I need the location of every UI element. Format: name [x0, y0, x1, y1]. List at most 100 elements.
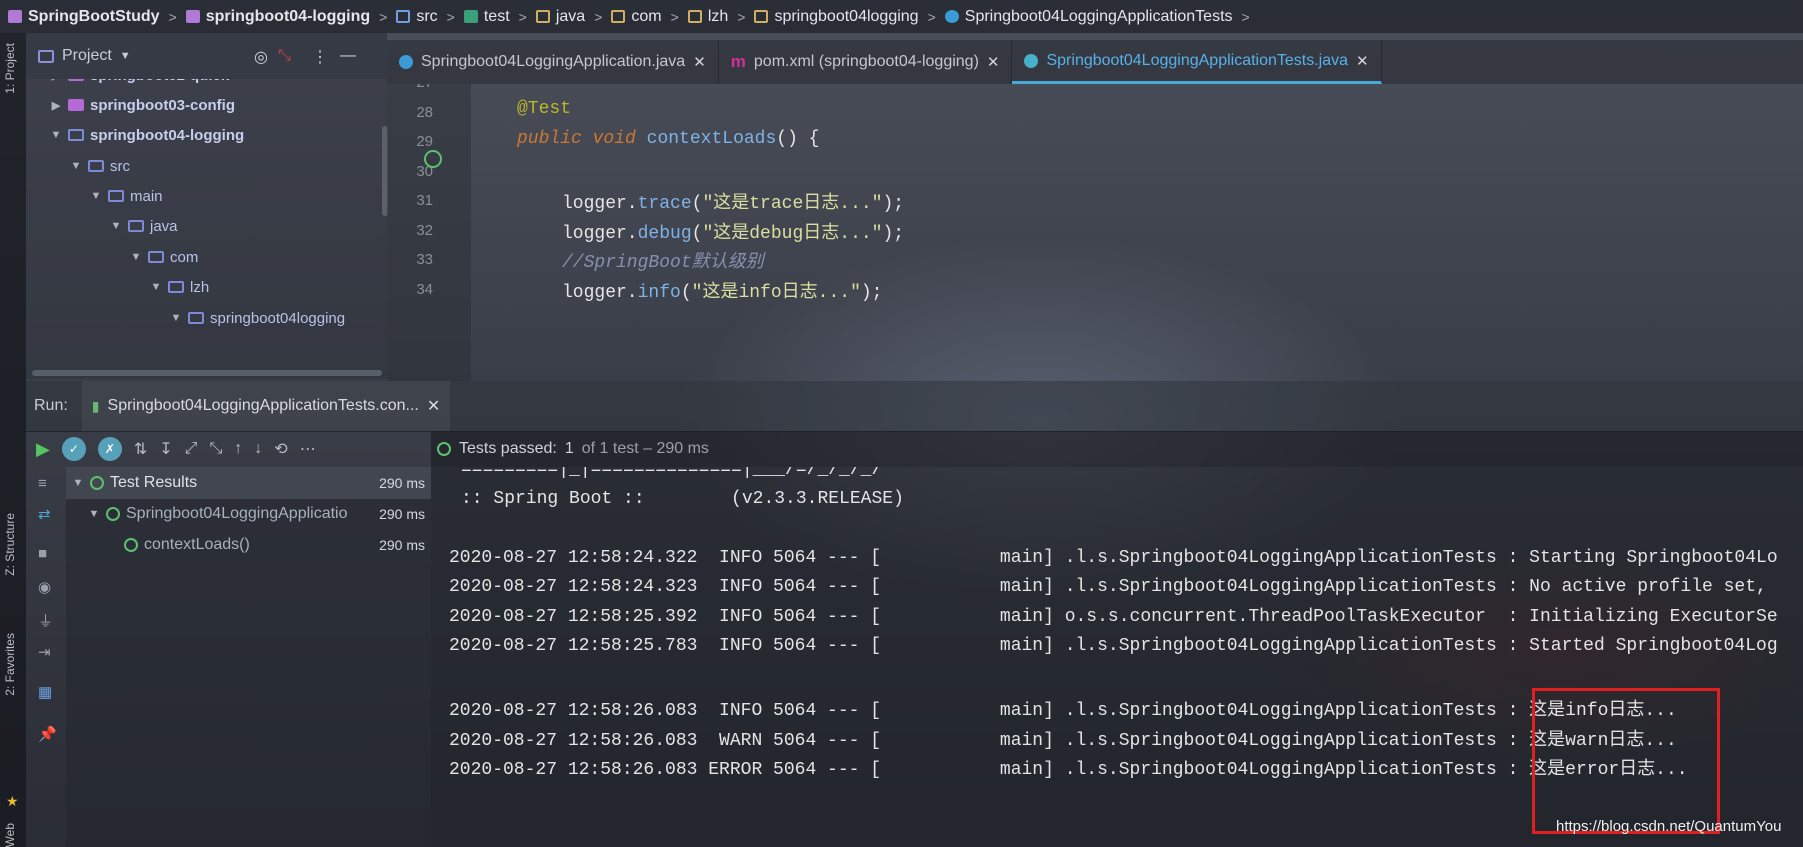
rerun-icon[interactable]: ▶: [36, 439, 50, 460]
tree-node-springboot03-config[interactable]: ▶ springboot03-config: [50, 93, 235, 117]
tab-springboot04loggingapplicationtests[interactable]: Springboot04LoggingApplicationTests.java…: [1012, 40, 1382, 84]
plug-icon[interactable]: ⏚: [38, 610, 53, 631]
tab-springboot04loggingapplication[interactable]: Springboot04LoggingApplication.java ✕: [387, 40, 719, 84]
project-tree: ▶springboot02-quick ▶springboot03-config…: [26, 79, 387, 379]
breadcrumb-item-java[interactable]: java: [535, 8, 585, 26]
toggle-auto-test-icon[interactable]: ⇄: [38, 505, 51, 523]
chevron-down-icon: ▼: [119, 50, 131, 62]
source-folder-icon: [88, 160, 104, 172]
clear-icon[interactable]: ≡: [38, 475, 47, 492]
chevron-down-icon: ▼: [130, 251, 142, 263]
tree-node-com[interactable]: ▼ com: [130, 245, 199, 269]
watermark: https://blog.csdn.net/QuantumYou: [1556, 818, 1782, 835]
breadcrumb-item-test[interactable]: test: [463, 8, 510, 26]
breadcrumb-item-package[interactable]: springboot04logging: [754, 8, 919, 26]
package-icon: [687, 10, 702, 23]
tree-node-springboot04logging[interactable]: ▼ springboot04logging: [170, 306, 346, 330]
close-icon[interactable]: ✕: [1356, 52, 1369, 70]
tree-node-springboot04-logging[interactable]: ▼ springboot04-logging: [50, 123, 245, 147]
module-icon: [68, 79, 84, 81]
run-test-gutter-icon[interactable]: [424, 150, 442, 168]
camera-icon[interactable]: ◉: [38, 578, 51, 596]
chevron-right-icon: >: [670, 8, 679, 25]
code-editor[interactable]: 27 28 29 30 31 32 33 34 @Test public voi…: [387, 84, 1803, 381]
next-failed-icon[interactable]: ↓: [254, 440, 262, 458]
breadcrumb-item-module[interactable]: springboot04-logging: [185, 8, 370, 26]
previous-failed-icon[interactable]: ↑: [234, 440, 242, 458]
test-history-icon[interactable]: ⟲: [274, 439, 287, 459]
layout-icon[interactable]: ▦: [38, 683, 52, 701]
code-line-34: logger.info("这是info日志...");: [562, 283, 883, 303]
structure-tool-button[interactable]: Z: Structure: [3, 513, 17, 576]
chevron-right-icon: >: [518, 8, 527, 25]
module-icon: [68, 99, 84, 111]
hide-panel-icon[interactable]: —: [340, 47, 356, 65]
chevron-down-icon: ▼: [50, 129, 62, 141]
chevron-down-icon: ▼: [70, 160, 82, 172]
tree-node-java[interactable]: ▼ java: [110, 214, 178, 238]
project-tool-button[interactable]: 1: Project: [3, 43, 17, 94]
breadcrumb-item-project[interactable]: SpringBootStudy: [8, 8, 160, 26]
line-number: 33: [416, 251, 433, 268]
project-panel-header: Project ▼ ◎ ⤡ ⋮ —: [26, 33, 387, 79]
console-line: :: Spring Boot :: (v2.3.3.RELEASE): [461, 489, 904, 509]
pin-icon[interactable]: 📌: [38, 725, 57, 743]
more-options-icon[interactable]: ⋮: [312, 47, 328, 67]
tree-horizontal-scrollbar[interactable]: [32, 370, 382, 376]
show-ignored-icon[interactable]: ✗: [97, 437, 122, 461]
tab-pom-xml[interactable]: m pom.xml (springboot04-logging) ✕: [719, 40, 1013, 84]
chevron-down-icon: ▼: [110, 220, 122, 232]
stop-icon[interactable]: ■: [38, 545, 47, 562]
module-folder-icon: [68, 129, 84, 141]
close-icon[interactable]: ✕: [693, 53, 706, 71]
run-configuration-tab[interactable]: ▮ Springboot04LoggingApplicationTests.co…: [81, 381, 451, 431]
tree-node-lzh[interactable]: ▼ lzh: [150, 275, 210, 299]
breadcrumb-item-src[interactable]: src: [396, 8, 438, 26]
code-line-28: @Test: [517, 99, 572, 119]
collapse-all-icon[interactable]: ⤡: [278, 47, 291, 65]
console-line: 2020-08-27 12:58:25.783 INFO 5064 --- [ …: [449, 636, 1778, 656]
project-view-selector[interactable]: Project ▼: [38, 47, 131, 65]
exit-icon[interactable]: ⇥: [38, 643, 51, 661]
sort-alphabetically-icon[interactable]: ⇅: [134, 439, 147, 459]
tree-node-main[interactable]: ▼ main: [90, 184, 163, 208]
breadcrumb-item-class[interactable]: Springboot04LoggingApplicationTests: [944, 8, 1233, 26]
favorites-tool-button[interactable]: 2: Favorites: [3, 633, 17, 696]
tree-node-src[interactable]: ▼ src: [70, 154, 130, 178]
chevron-right-icon: >: [927, 8, 936, 25]
test-method-node[interactable]: contextLoads() 290 ms: [66, 529, 431, 561]
breadcrumb-item-com[interactable]: com: [611, 8, 662, 26]
package-icon: [754, 10, 769, 23]
tree-node-springboot02-quick[interactable]: ▶springboot02-quick: [50, 79, 229, 87]
test-results-root[interactable]: ▼ Test Results 290 ms: [66, 467, 431, 499]
sort-by-duration-icon[interactable]: ↧: [159, 439, 172, 459]
web-tool-button[interactable]: Web: [3, 823, 17, 847]
package-icon: [148, 251, 164, 263]
console-line: 2020-08-27 12:58:26.083 ERROR 5064 --- […: [449, 760, 1688, 780]
line-number: 28: [416, 104, 433, 121]
test-class-node[interactable]: ▼ Springboot04LoggingApplicatio 290 ms: [66, 498, 431, 530]
chevron-down-icon: ▼: [170, 312, 182, 324]
code-line-32: logger.debug("这是debug日志...");: [562, 224, 905, 244]
test-class-icon: [1024, 53, 1039, 68]
expand-all-icon[interactable]: ⤢: [185, 440, 198, 458]
package-icon: [188, 312, 204, 324]
maven-icon: m: [730, 52, 746, 71]
test-status-bar: Tests passed: 1 of 1 test – 290 ms: [431, 431, 1803, 467]
source-folder-icon: [396, 10, 411, 23]
locate-icon[interactable]: ◎: [254, 47, 268, 67]
editor-tabs: Springboot04LoggingApplication.java ✕ m …: [387, 40, 1803, 84]
star-icon: ★: [6, 793, 19, 809]
show-passed-icon[interactable]: ✓: [61, 437, 86, 461]
close-icon[interactable]: ✕: [427, 396, 440, 416]
more-options-icon[interactable]: ⋯: [300, 439, 316, 459]
chevron-down-icon: ▼: [90, 190, 102, 202]
console-line: =========|_|==============|___/=/_/_/_/: [461, 467, 883, 480]
test-folder-icon: [463, 10, 478, 23]
project-icon: [38, 49, 54, 63]
collapse-all-icon[interactable]: ⤡: [209, 440, 222, 458]
close-icon[interactable]: ✕: [987, 53, 1000, 71]
chevron-right-icon: >: [446, 8, 455, 25]
breadcrumb-item-lzh[interactable]: lzh: [687, 8, 728, 26]
left-tool-strip: 1: Project Z: Structure 2: Favorites Web…: [0, 33, 26, 847]
